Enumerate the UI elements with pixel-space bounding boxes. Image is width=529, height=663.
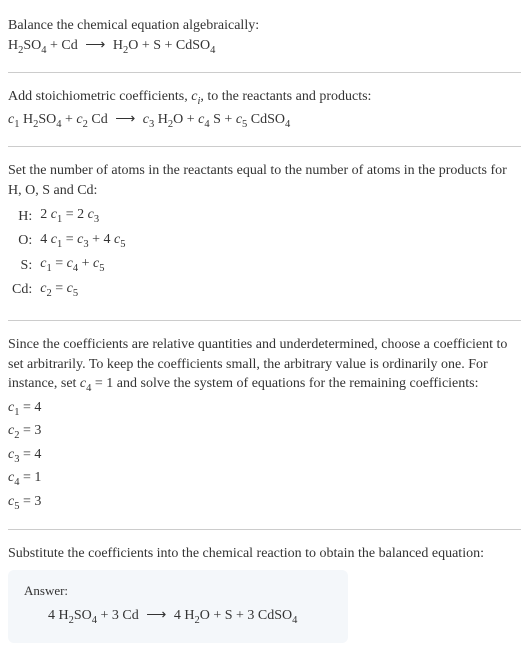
table-row: S:c1 = c4 + c5	[8, 253, 129, 277]
atom-label: S:	[8, 253, 36, 277]
intro-text: Balance the chemical equation algebraica…	[8, 16, 521, 36]
intro-section: Balance the chemical equation algebraica…	[8, 8, 521, 66]
answer-label: Answer:	[24, 582, 332, 600]
divider	[8, 320, 521, 321]
table-row: H:2 c1 = 2 c3	[8, 204, 129, 228]
divider	[8, 72, 521, 73]
divider	[8, 529, 521, 530]
atom-label: Cd:	[8, 278, 36, 302]
final-intro: Substitute the coefficients into the che…	[8, 544, 521, 564]
atom-equation: c2 = c5	[36, 278, 129, 302]
answer-box: Answer: 4 H2SO4 + 3 Cd ⟶ 4 H2O + S + 3 C…	[8, 570, 348, 643]
divider	[8, 146, 521, 147]
coefficient-line: c2 = 3	[8, 421, 521, 443]
answer-equation: 4 H2SO4 + 3 Cd ⟶ 4 H2O + S + 3 CdSO4	[24, 606, 332, 628]
atom-label: H:	[8, 204, 36, 228]
atom-label: O:	[8, 229, 36, 253]
atoms-section: Set the number of atoms in the reactants…	[8, 153, 521, 314]
solve-section: Since the coefficients are relative quan…	[8, 327, 521, 523]
stoich-text: Add stoichiometric coefficients, ci, to …	[8, 87, 521, 109]
table-row: O:4 c1 = c3 + 4 c5	[8, 229, 129, 253]
atom-equation: c1 = c4 + c5	[36, 253, 129, 277]
coefficient-line: c4 = 1	[8, 468, 521, 490]
intro-equation: H2SO4 + Cd ⟶ H2O + S + CdSO4	[8, 36, 521, 58]
atoms-table: H:2 c1 = 2 c3O:4 c1 = c3 + 4 c5S:c1 = c4…	[8, 204, 129, 302]
solve-intro: Since the coefficients are relative quan…	[8, 335, 521, 397]
coefficient-line: c3 = 4	[8, 445, 521, 467]
coefficient-line: c5 = 3	[8, 492, 521, 514]
atoms-intro: Set the number of atoms in the reactants…	[8, 161, 521, 200]
table-row: Cd:c2 = c5	[8, 278, 129, 302]
coefficient-line: c1 = 4	[8, 398, 521, 420]
final-section: Substitute the coefficients into the che…	[8, 536, 521, 650]
solve-lines: c1 = 4c2 = 3c3 = 4c4 = 1c5 = 3	[8, 398, 521, 514]
atom-equation: 2 c1 = 2 c3	[36, 204, 129, 228]
stoich-section: Add stoichiometric coefficients, ci, to …	[8, 79, 521, 140]
atom-equation: 4 c1 = c3 + 4 c5	[36, 229, 129, 253]
stoich-equation: c1 H2SO4 + c2 Cd ⟶ c3 H2O + c4 S + c5 Cd…	[8, 110, 521, 132]
